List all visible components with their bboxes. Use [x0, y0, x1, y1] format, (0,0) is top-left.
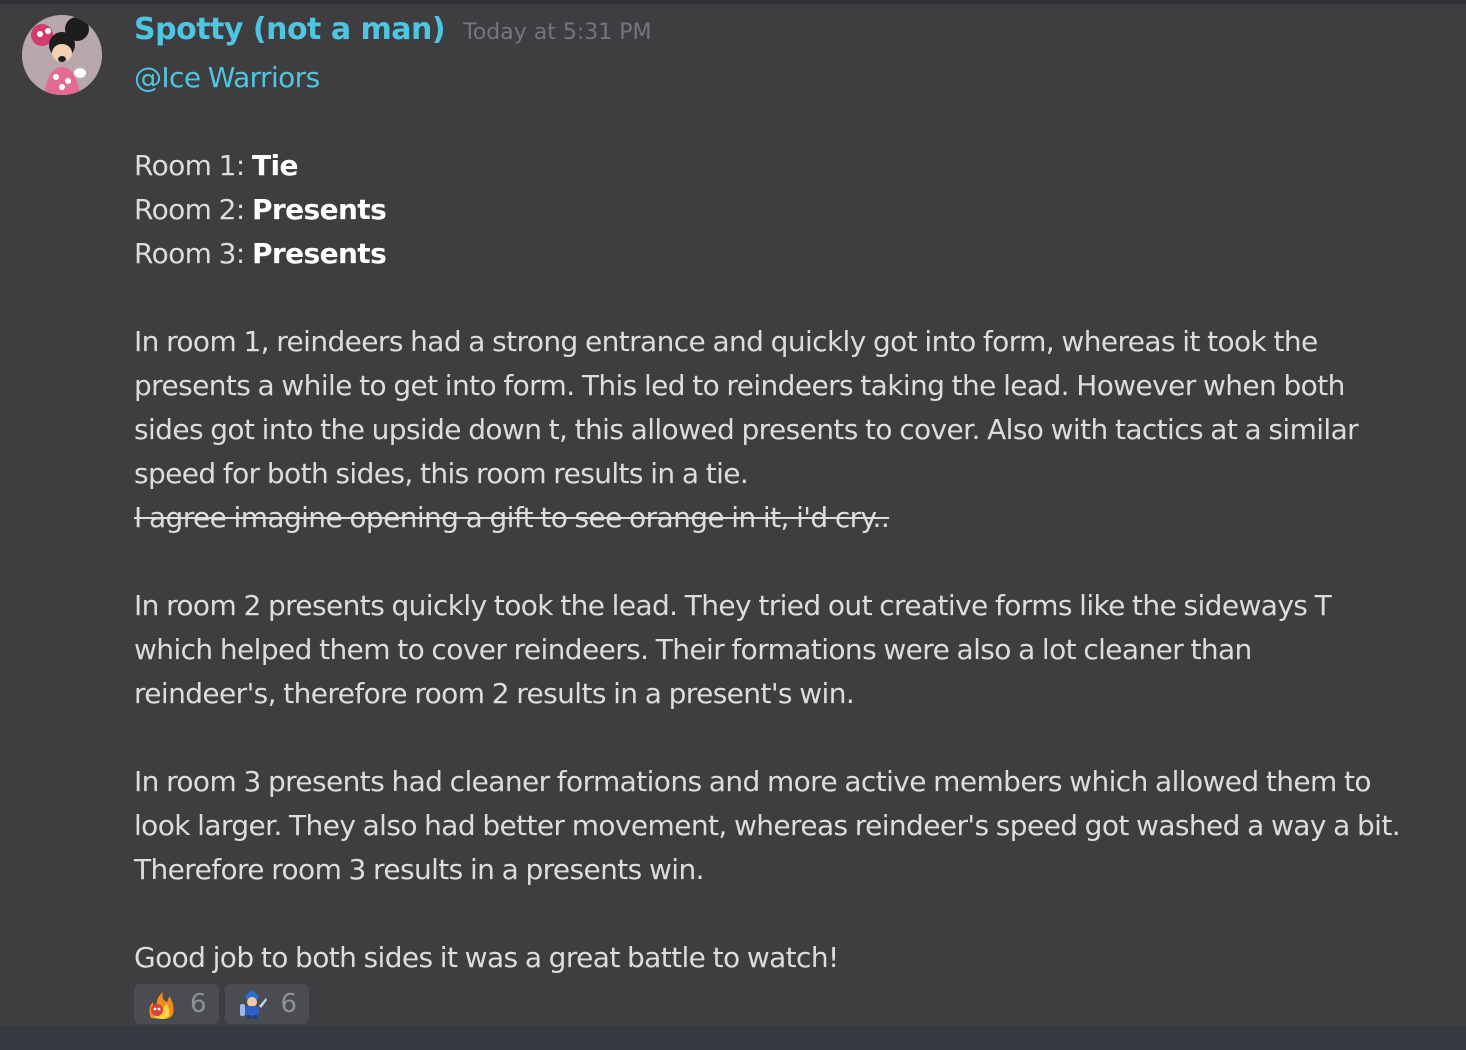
message-content: @Ice Warriors Room 1: Tie Room 2: Presen… — [134, 56, 1434, 980]
bottom-divider — [0, 1026, 1466, 1050]
reaction-button[interactable]: 6 — [224, 984, 310, 1024]
paragraph-line: speed for both sides, this room results … — [134, 457, 749, 490]
reaction-button[interactable]: 6 — [134, 984, 219, 1024]
role-mention[interactable]: @Ice Warriors — [134, 61, 320, 94]
closing-line: Good job to both sides it was a great ba… — [134, 941, 839, 974]
paragraph-line: Therefore room 3 results in a presents w… — [134, 853, 705, 886]
paragraph-line: In room 3 presents had cleaner formation… — [134, 765, 1372, 798]
paragraph-line: In room 1, reindeers had a strong entran… — [134, 325, 1318, 358]
result-line: Room 3: Presents — [134, 232, 1434, 276]
paragraph-line: look larger. They also had better moveme… — [134, 809, 1401, 842]
message-timestamp[interactable]: Today at 5:31 PM — [463, 20, 651, 45]
result-line: Room 2: Presents — [134, 188, 1434, 232]
chat-message: Spotty (not a man) Today at 5:31 PM @Ice… — [0, 4, 1466, 1026]
message-header: Spotty (not a man) Today at 5:31 PM — [134, 12, 651, 56]
paragraph-line: presents a while to get into form. This … — [134, 369, 1345, 402]
result-label: Room 1: — [134, 149, 252, 182]
strikethrough-text: I agree imagine opening a gift to see or… — [134, 501, 890, 534]
reaction-count: 6 — [280, 989, 298, 1019]
result-line: Room 1: Tie — [134, 144, 1434, 188]
paragraph-line: which helped them to cover reindeers. Th… — [134, 633, 1252, 666]
result-label: Room 2: — [134, 193, 252, 226]
paragraph-line: In room 2 presents quickly took the lead… — [134, 589, 1332, 622]
blue-warrior-emoji-icon — [235, 987, 269, 1021]
avatar-image — [22, 15, 102, 95]
result-value: Tie — [251, 149, 298, 182]
reaction-count: 6 — [190, 989, 207, 1019]
result-value: Presents — [251, 237, 387, 270]
paragraph-line: sides got into the upside down t, this a… — [134, 413, 1359, 446]
result-value: Presents — [251, 193, 387, 226]
paragraph-line: reindeer's, therefore room 2 results in … — [134, 677, 855, 710]
reaction-bar: 6 6 — [134, 984, 310, 1024]
author-username[interactable]: Spotty (not a man) — [134, 12, 446, 47]
fire-character-emoji-icon — [144, 987, 178, 1021]
avatar[interactable] — [22, 15, 102, 95]
result-label: Room 3: — [134, 237, 252, 270]
